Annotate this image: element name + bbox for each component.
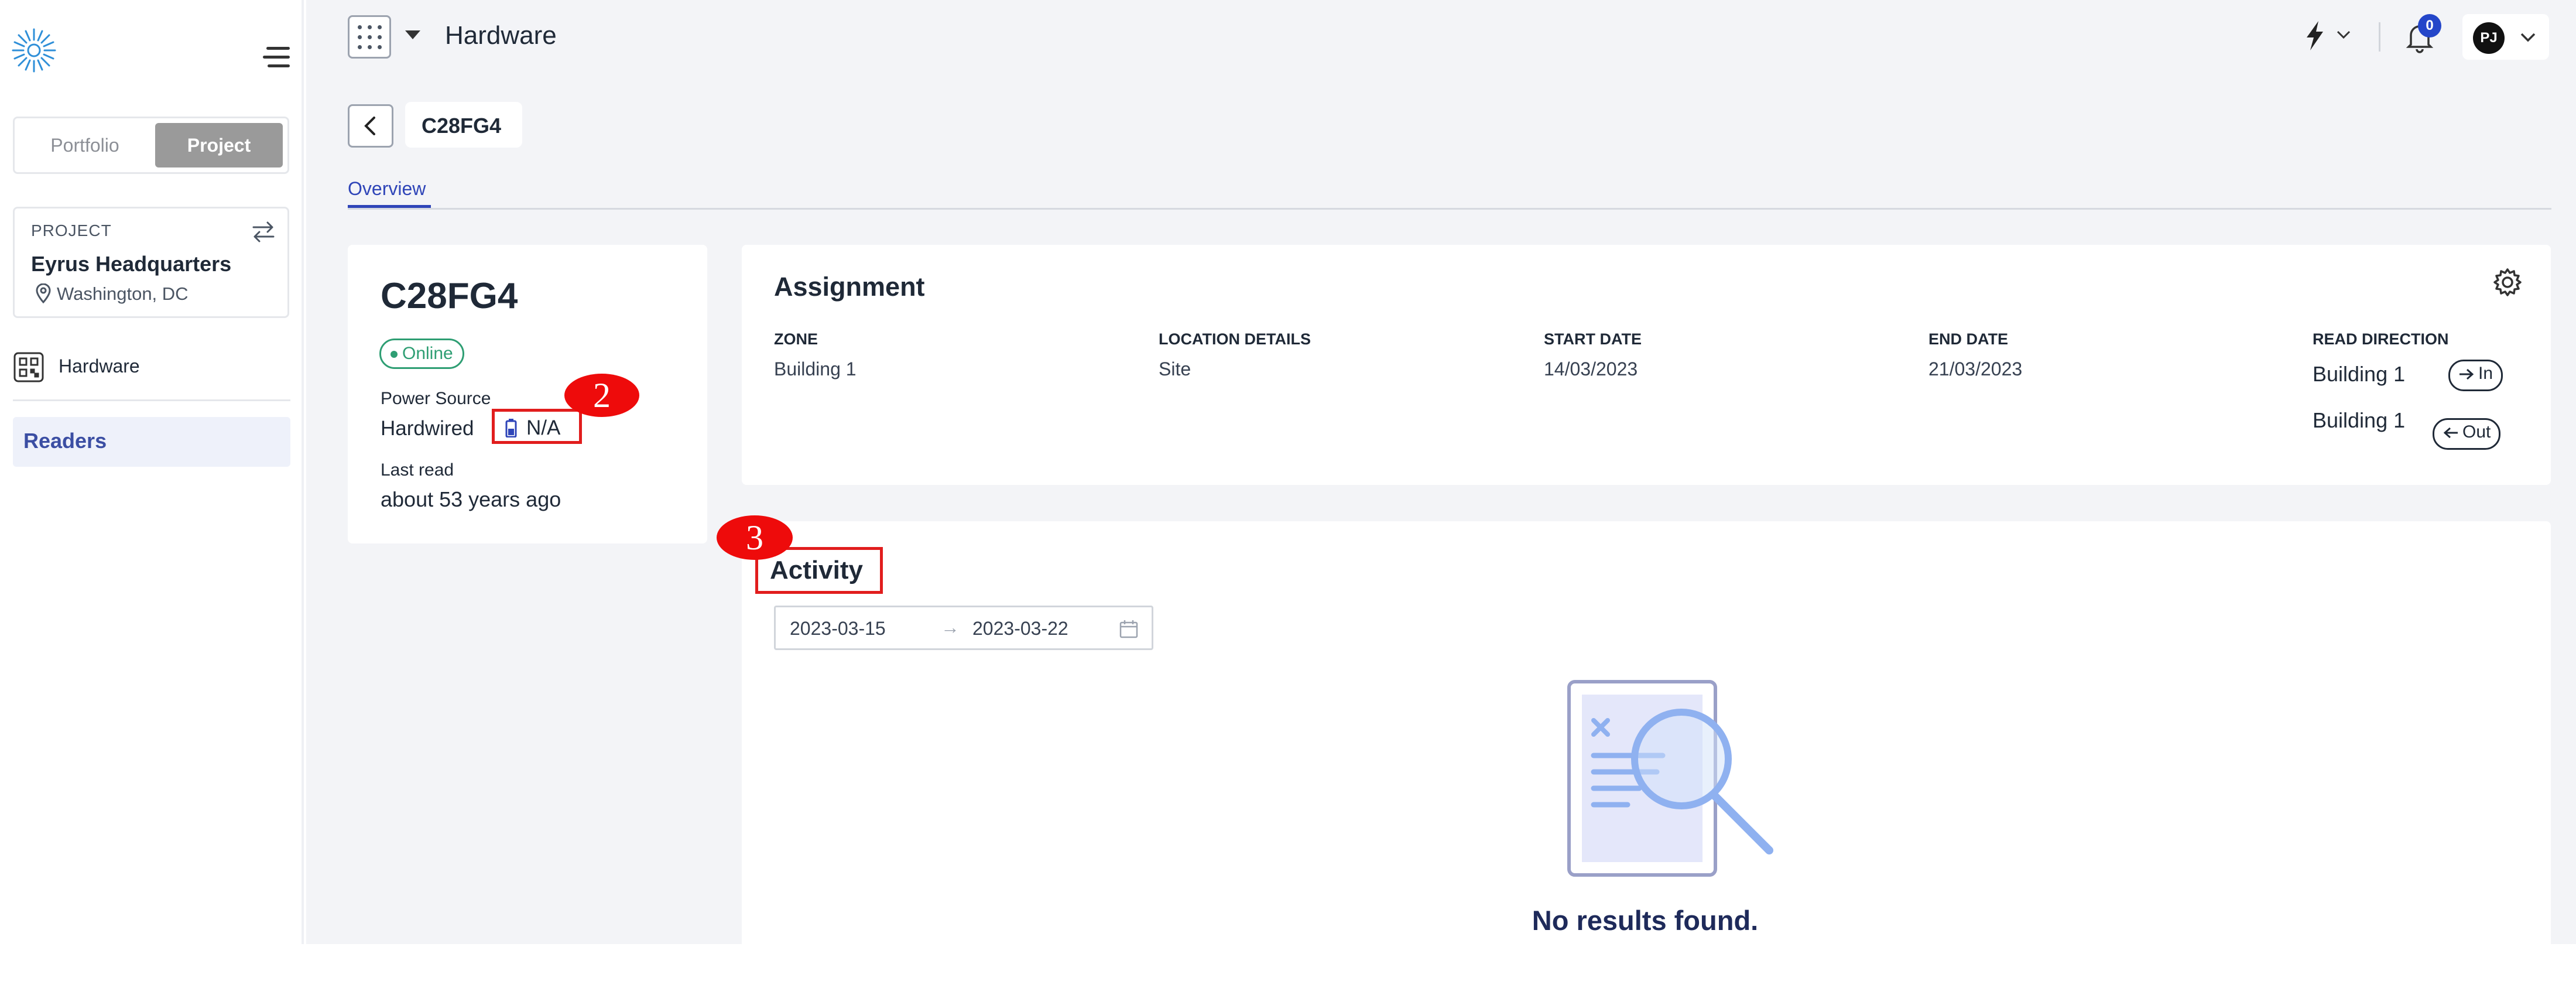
project-label: PROJECT [31, 221, 112, 240]
project-toggle-button[interactable]: Project [155, 123, 283, 167]
power-source-label: Power Source [381, 389, 491, 408]
location-pin-icon [35, 283, 52, 304]
activity-title: Activity [770, 556, 863, 584]
sidebar-item-readers[interactable]: Readers [13, 417, 290, 467]
assignment-title: Assignment [774, 272, 925, 302]
page-bottom-strip [0, 944, 2576, 988]
switch-icon[interactable] [249, 219, 278, 245]
tab-divider [348, 208, 2551, 210]
arrow-right-icon [2459, 368, 2474, 380]
last-read-value: about 53 years ago [381, 487, 561, 511]
date-range-end[interactable]: 2023-03-22 [972, 618, 1068, 640]
date-range-start[interactable]: 2023-03-15 [790, 618, 886, 640]
chevron-down-icon[interactable] [2336, 29, 2351, 40]
status-badge: Online [379, 339, 464, 369]
apps-grid-icon[interactable] [348, 15, 391, 59]
direction-out-badge: Out [2433, 418, 2501, 450]
project-name: Eyrus Headquarters [31, 252, 232, 276]
direction-out-text: Out [2462, 422, 2491, 442]
portfolio-toggle-button[interactable]: Portfolio [19, 123, 150, 167]
calendar-icon[interactable] [1119, 619, 1139, 639]
bolt-icon[interactable] [2303, 20, 2327, 52]
header-divider [2379, 22, 2380, 52]
start-date-value: 14/03/2023 [1544, 358, 1638, 380]
qr-hardware-icon[interactable] [13, 351, 44, 383]
annotation-marker-3: 3 [717, 515, 793, 560]
assignment-card: Assignment ZONE LOCATION DETAILS START D… [742, 245, 2551, 485]
direction-in-badge: In [2448, 360, 2503, 391]
power-source-value: Hardwired [381, 417, 474, 440]
sidebar-divider [13, 399, 290, 401]
sidebar: Portfolio Project PROJECT Eyrus Headquar… [0, 0, 304, 944]
empty-search-illustration [1557, 674, 1780, 880]
tab-overview[interactable]: Overview [348, 178, 426, 200]
logo-sunburst-icon[interactable] [11, 27, 57, 74]
start-date-column-header: START DATE [1544, 330, 1642, 348]
end-date-column-header: END DATE [1928, 330, 2009, 348]
location-column-header: LOCATION DETAILS [1159, 330, 1311, 348]
battery-value: N/A [526, 416, 561, 439]
annotation-marker-2: 2 [564, 374, 639, 417]
avatar: PJ [2473, 22, 2505, 54]
sidebar-item-hardware[interactable]: Hardware [59, 355, 140, 377]
empty-state-message: No results found. [1532, 905, 1759, 936]
device-name: C28FG4 [381, 276, 518, 316]
portfolio-project-toggle: Portfolio Project [13, 117, 289, 174]
chevron-left-icon [364, 117, 375, 135]
breadcrumb: C28FG4 [405, 102, 522, 148]
menu-icon[interactable] [258, 46, 290, 69]
sidebar-item-readers-label: Readers [23, 429, 107, 453]
read-direction-building: Building 1 [2313, 408, 2406, 432]
date-range-picker[interactable]: 2023-03-15 → 2023-03-22 [774, 606, 1153, 650]
end-date-value: 21/03/2023 [1928, 358, 2023, 380]
zone-column-header: ZONE [774, 330, 818, 348]
status-text: Online [402, 344, 453, 363]
project-location: Washington, DC [57, 283, 189, 304]
read-direction-column-header: READ DIRECTION [2313, 330, 2449, 348]
page-title: Hardware [445, 21, 557, 50]
caret-down-icon[interactable] [405, 30, 420, 39]
gear-icon[interactable] [2491, 266, 2524, 299]
read-direction-building: Building 1 [2313, 362, 2406, 386]
arrow-left-icon [2443, 427, 2458, 439]
date-range-separator: → [941, 617, 960, 638]
battery-status-highlight: N/A [492, 409, 582, 444]
chevron-down-icon [2520, 32, 2536, 43]
zone-value: Building 1 [774, 358, 857, 380]
user-menu[interactable]: PJ [2462, 14, 2549, 60]
last-read-label: Last read [381, 460, 454, 480]
project-card[interactable]: PROJECT Eyrus Headquarters Washington, D… [13, 207, 289, 318]
breadcrumb-current: C28FG4 [422, 114, 502, 138]
location-value: Site [1159, 358, 1191, 380]
battery-icon [505, 419, 517, 438]
notification-count-badge: 0 [2418, 14, 2441, 37]
back-button[interactable] [348, 104, 393, 148]
direction-in-text: In [2478, 364, 2493, 383]
device-card: C28FG4 Online Power Source Hardwired N/A… [348, 245, 707, 543]
